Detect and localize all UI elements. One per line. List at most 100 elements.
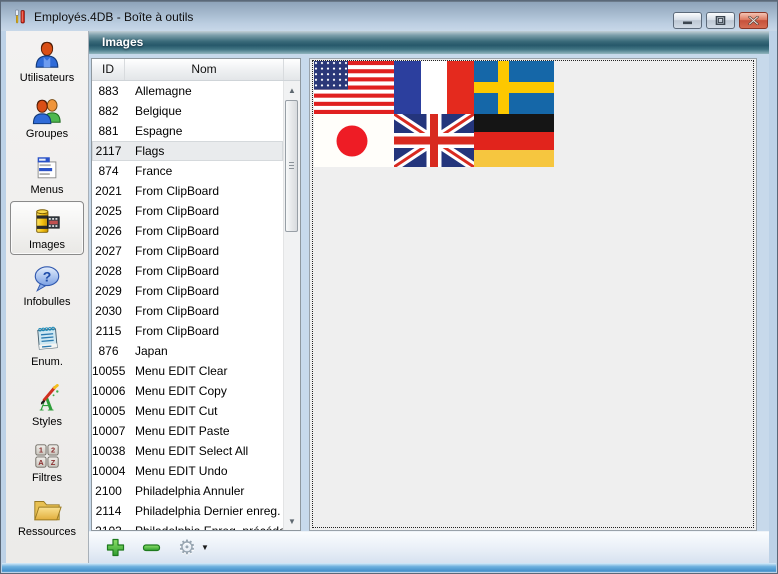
cell-nom: Menu EDIT Select All [125, 441, 248, 461]
cell-id: 2115 [92, 321, 125, 341]
sidebar-item-label: Ressources [8, 524, 86, 538]
flag-japan-icon [314, 114, 394, 167]
cell-id: 2021 [92, 181, 125, 201]
svg-text:A: A [38, 458, 44, 467]
sidebar-item-utilisateurs[interactable]: Utilisateurs [8, 39, 86, 84]
cell-id: 2117 [92, 141, 125, 161]
table-row[interactable]: 10006 Menu EDIT Copy [92, 381, 283, 401]
table-row[interactable]: 874 France [92, 161, 283, 181]
table-row[interactable]: 2029 From ClipBoard [92, 281, 283, 301]
window-bottom-border [2, 563, 776, 572]
sidebar-item-filtres[interactable]: 12 AZ Filtres [8, 439, 86, 484]
remove-button[interactable] [142, 538, 161, 557]
cell-nom: From ClipBoard [125, 261, 219, 281]
column-header-id[interactable]: ID [92, 59, 125, 80]
table-row[interactable]: 10005 Menu EDIT Cut [92, 401, 283, 421]
table-row[interactable]: 881 Espagne [92, 121, 283, 141]
sidebar-item-infobulles[interactable]: ? Infobulles [8, 263, 86, 308]
cell-id: 2029 [92, 281, 125, 301]
cell-id: 876 [92, 341, 125, 361]
sidebar-item-label: Utilisateurs [8, 70, 86, 84]
images-table: ID Nom 883 Allemagne 882 Belgique 881 Es… [91, 58, 301, 531]
cell-nom: From ClipBoard [125, 201, 219, 221]
table-row[interactable]: 2026 From ClipBoard [92, 221, 283, 241]
table-row[interactable]: 10004 Menu EDIT Undo [92, 461, 283, 481]
table-scrollbar[interactable]: ▲ ▼ [283, 81, 300, 530]
sidebar-item-images[interactable]: Images [10, 201, 84, 255]
close-icon [748, 16, 759, 25]
cell-id: 874 [92, 161, 125, 181]
table-row[interactable]: 10038 Menu EDIT Select All [92, 441, 283, 461]
table-row[interactable]: 2021 From ClipBoard [92, 181, 283, 201]
sidebar-item-ressources[interactable]: Ressources [8, 493, 86, 538]
minimize-icon [682, 16, 693, 25]
table-row[interactable]: 2117 Flags [92, 141, 283, 161]
cell-nom: From ClipBoard [125, 281, 219, 301]
sidebar: Utilisateurs Groupes Menus [6, 31, 89, 563]
add-button[interactable] [106, 538, 125, 557]
app-window: Employés.4DB - Boîte à outils Utilisateu… [0, 0, 778, 574]
flag-germany-icon [474, 114, 554, 167]
toolbox-icon [12, 9, 28, 25]
panel-header: Images [89, 31, 769, 54]
scroll-down-icon[interactable]: ▼ [284, 514, 300, 528]
window-title: Employés.4DB - Boîte à outils [34, 10, 193, 24]
table-row[interactable]: 2027 From ClipBoard [92, 241, 283, 261]
cell-nom: Menu EDIT Undo [125, 461, 228, 481]
table-row[interactable]: 2103 Philadelphia Enreg. précédent [92, 521, 283, 530]
flag-united-kingdom-icon [394, 114, 474, 167]
sidebar-item-groupes[interactable]: Groupes [8, 95, 86, 140]
sidebar-item-styles[interactable]: A Styles [8, 383, 86, 428]
cell-nom: France [125, 161, 172, 181]
svg-text:Z: Z [51, 458, 56, 467]
sidebar-item-label: Enum. [8, 354, 86, 368]
table-row[interactable]: 10055 Menu EDIT Clear [92, 361, 283, 381]
close-button[interactable] [739, 12, 768, 29]
cell-id: 10006 [92, 381, 125, 401]
table-header: ID Nom [92, 59, 300, 81]
table-row[interactable]: 2025 From ClipBoard [92, 201, 283, 221]
cell-nom: Allemagne [125, 81, 192, 101]
table-row[interactable]: 2115 From ClipBoard [92, 321, 283, 341]
cell-nom: Menu EDIT Cut [125, 401, 217, 421]
maximize-icon [715, 16, 726, 25]
scroll-thumb[interactable] [285, 100, 298, 232]
table-row[interactable]: 882 Belgique [92, 101, 283, 121]
table-row[interactable]: 876 Japan [92, 341, 283, 361]
settings-button[interactable]: ⚙ ▼ [178, 538, 209, 558]
minimize-button[interactable] [673, 12, 702, 29]
cell-nom: Japan [125, 341, 168, 361]
sidebar-item-menus[interactable]: Menus [8, 151, 86, 196]
cell-nom: Philadelphia Dernier enreg. [125, 501, 280, 521]
menu-widget-icon [33, 154, 61, 182]
cell-id: 881 [92, 121, 125, 141]
cell-nom: From ClipBoard [125, 181, 219, 201]
table-row[interactable]: 2100 Philadelphia Annuler [92, 481, 283, 501]
table-row[interactable]: 883 Allemagne [92, 81, 283, 101]
column-header-nom[interactable]: Nom [125, 59, 284, 80]
cell-id: 2103 [92, 521, 125, 530]
cell-id: 2030 [92, 301, 125, 321]
cell-nom: From ClipBoard [125, 221, 219, 241]
panel-title: Images [89, 31, 769, 54]
column-header-pad [284, 59, 300, 80]
sidebar-item-label: Images [11, 237, 83, 251]
main-area: Images ID Nom 883 Allemagne 882 Belgique [89, 31, 769, 563]
flag-sweden-icon [474, 61, 554, 114]
sidebar-item-label: Styles [8, 414, 86, 428]
flags-image[interactable] [314, 61, 554, 167]
table-row[interactable]: 10007 Menu EDIT Paste [92, 421, 283, 441]
table-row[interactable]: 2114 Philadelphia Dernier enreg. [92, 501, 283, 521]
table-row[interactable]: 2028 From ClipBoard [92, 261, 283, 281]
sidebar-item-enum[interactable]: Enum. [8, 323, 86, 368]
cell-nom: From ClipBoard [125, 241, 219, 261]
list-toolbar: ⚙ ▼ [89, 531, 769, 563]
scroll-up-icon[interactable]: ▲ [284, 83, 300, 97]
maximize-button[interactable] [706, 12, 735, 29]
title-bar[interactable]: Employés.4DB - Boîte à outils [1, 1, 777, 31]
cell-nom: Menu EDIT Copy [125, 381, 227, 401]
gear-icon: ⚙ [178, 538, 196, 558]
image-preview-area[interactable] [309, 58, 757, 531]
paintbrush-a-icon: A [32, 384, 62, 414]
table-row[interactable]: 2030 From ClipBoard [92, 301, 283, 321]
